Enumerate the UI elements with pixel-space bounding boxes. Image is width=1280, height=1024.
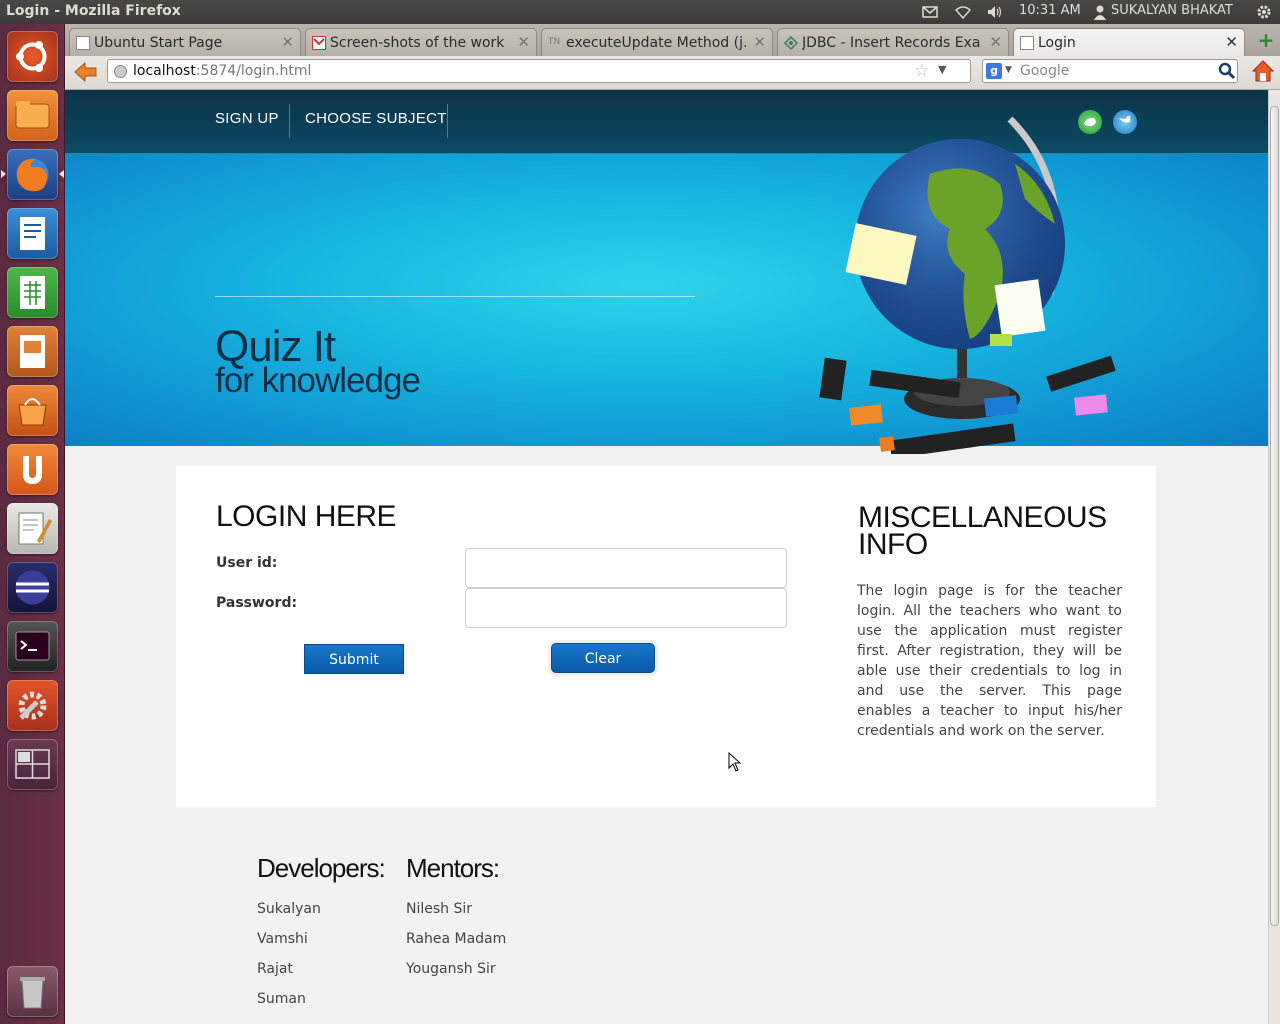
tab-label: Screen-shots of the work ... [330, 35, 510, 51]
web-page: SIGN UP CHOOSE SUBJECT Quiz It for knowl… [65, 90, 1268, 1024]
vertical-scrollbar[interactable] [1268, 90, 1280, 1024]
tab-login[interactable]: Login ✕ [1013, 28, 1245, 56]
user-name[interactable]: SUKALYAN BHAKAT [1111, 3, 1233, 18]
misc-heading-line1: MISCELLANEOUS [858, 501, 1107, 534]
mentor-item: Yougansh Sir [406, 961, 496, 977]
misc-text: The login page is for the teacher login.… [857, 583, 1122, 739]
nav-sign-up[interactable]: SIGN UP [215, 110, 279, 127]
hero-banner: Quiz It for knowledge [65, 116, 1268, 454]
submit-button[interactable]: Submit [304, 644, 404, 674]
tab-executeupdate[interactable]: TN executeUpdate Method (j... ✕ [541, 28, 773, 56]
home-icon[interactable] [1250, 58, 1276, 84]
search-icon[interactable] [1218, 62, 1236, 80]
tn-icon: TN [548, 37, 561, 47]
tab-label: JDBC - Insert Records Exa... [802, 35, 982, 51]
developers-heading: Developers: [257, 853, 386, 883]
tab-label: executeUpdate Method (j... [566, 35, 746, 51]
hero-divider [215, 296, 695, 297]
focused-indicator [59, 170, 64, 178]
tab-ubuntu-start-page[interactable]: Ubuntu Start Page ✕ [69, 28, 301, 56]
libreoffice-writer-icon[interactable] [7, 208, 58, 259]
url-host: localhost [133, 63, 196, 79]
bookmark-star-icon[interactable]: ☆ [914, 61, 929, 81]
nav-choose-subject[interactable]: CHOOSE SUBJECT [305, 110, 447, 127]
mentor-item: Nilesh Sir [406, 901, 473, 917]
libreoffice-calc-icon[interactable] [7, 267, 58, 318]
gear-icon[interactable] [1256, 4, 1272, 20]
tab-jdbc-insert[interactable]: JDBC - Insert Records Exa... ✕ [777, 28, 1009, 56]
clear-button[interactable]: Clear [551, 643, 655, 673]
tab-label: Login [1038, 35, 1076, 51]
blank-page-icon [76, 36, 90, 50]
tab-label: Ubuntu Start Page [94, 35, 223, 51]
engine-dropdown-icon[interactable]: ▼ [1005, 65, 1012, 75]
blank-page-icon [1020, 36, 1034, 50]
files-icon[interactable] [7, 90, 58, 141]
user-id-input[interactable] [465, 548, 787, 588]
nav-divider [447, 104, 448, 138]
password-label: Password: [216, 595, 298, 611]
libreoffice-impress-icon[interactable] [7, 326, 58, 377]
dash-home-icon[interactable] [7, 31, 58, 82]
mentor-item: Rahea Madam [406, 931, 507, 947]
close-tab-icon[interactable]: ✕ [753, 33, 766, 51]
firefox-icon[interactable] [7, 149, 58, 200]
running-indicator [1, 170, 6, 178]
new-tab-button[interactable]: + [1254, 29, 1278, 53]
developer-item: Vamshi [257, 931, 308, 947]
close-tab-icon[interactable]: ✕ [281, 33, 294, 51]
user-id-label: User id: [216, 555, 278, 571]
wifi-icon[interactable] [955, 4, 971, 20]
password-input[interactable] [465, 588, 787, 628]
misc-heading: MISCELLANEOUS INFO [858, 501, 1107, 561]
mouse-cursor-icon [728, 752, 742, 772]
google-icon[interactable]: g [986, 63, 1002, 79]
navigation-bar: localhost:5874/login.html ☆ ▼ ⟳ g ▼ Goog… [65, 56, 1280, 90]
login-heading: LOGIN HERE [216, 500, 397, 533]
trash-icon[interactable] [7, 966, 58, 1017]
user-icon [1094, 5, 1106, 20]
url-path: :5874/login.html [195, 63, 312, 79]
close-tab-icon[interactable]: ✕ [517, 33, 530, 51]
workspace-switcher-icon[interactable] [7, 739, 58, 790]
tab-screenshots[interactable]: Screen-shots of the work ... ✕ [305, 28, 537, 56]
nav-divider [289, 104, 290, 138]
developer-item: Suman [257, 991, 306, 1007]
top-panel: Login - Mozilla Firefox 10:31 AM SUKALYA… [0, 0, 1280, 24]
tab-bar: Ubuntu Start Page ✕ Screen-shots of the … [65, 24, 1280, 56]
system-settings-icon[interactable] [7, 680, 58, 731]
developer-item: Rajat [257, 961, 293, 977]
volume-icon[interactable] [987, 4, 1003, 20]
clock[interactable]: 10:31 AM [1019, 3, 1081, 18]
scrollbar-thumb[interactable] [1270, 106, 1279, 926]
misc-heading-line2: INFO [858, 528, 928, 561]
content-box: LOGIN HERE User id: Password: Submit Cle… [176, 466, 1156, 807]
launcher [0, 24, 65, 1024]
history-dropdown-icon[interactable]: ▼ [938, 63, 946, 76]
back-arrow-icon[interactable] [71, 59, 99, 85]
terminal-icon[interactable] [7, 621, 58, 672]
search-input[interactable]: Google [1020, 63, 1069, 79]
url-text[interactable]: localhost:5874/login.html [133, 63, 311, 79]
developer-item: Sukalyan [257, 901, 321, 917]
close-tab-icon[interactable]: ✕ [989, 33, 1002, 51]
hero-subtitle: for knowledge [215, 361, 421, 400]
url-bar[interactable]: localhost:5874/login.html ☆ ▼ ⟳ [107, 59, 1010, 83]
ubuntu-one-icon[interactable] [7, 444, 58, 495]
eclipse-icon[interactable] [7, 562, 58, 613]
gmail-icon [312, 36, 326, 50]
mail-icon[interactable] [922, 4, 938, 20]
globe-icon[interactable] [113, 64, 128, 79]
tutorialspoint-icon [783, 35, 799, 51]
mentors-heading: Mentors: [406, 853, 500, 883]
globe-illustration-icon [819, 116, 1116, 454]
software-center-icon[interactable] [7, 385, 58, 436]
search-bar[interactable]: g ▼ Google [982, 59, 1238, 83]
close-tab-icon[interactable]: ✕ [1225, 33, 1238, 51]
window-title: Login - Mozilla Firefox [6, 3, 181, 19]
text-editor-icon[interactable] [7, 503, 58, 554]
